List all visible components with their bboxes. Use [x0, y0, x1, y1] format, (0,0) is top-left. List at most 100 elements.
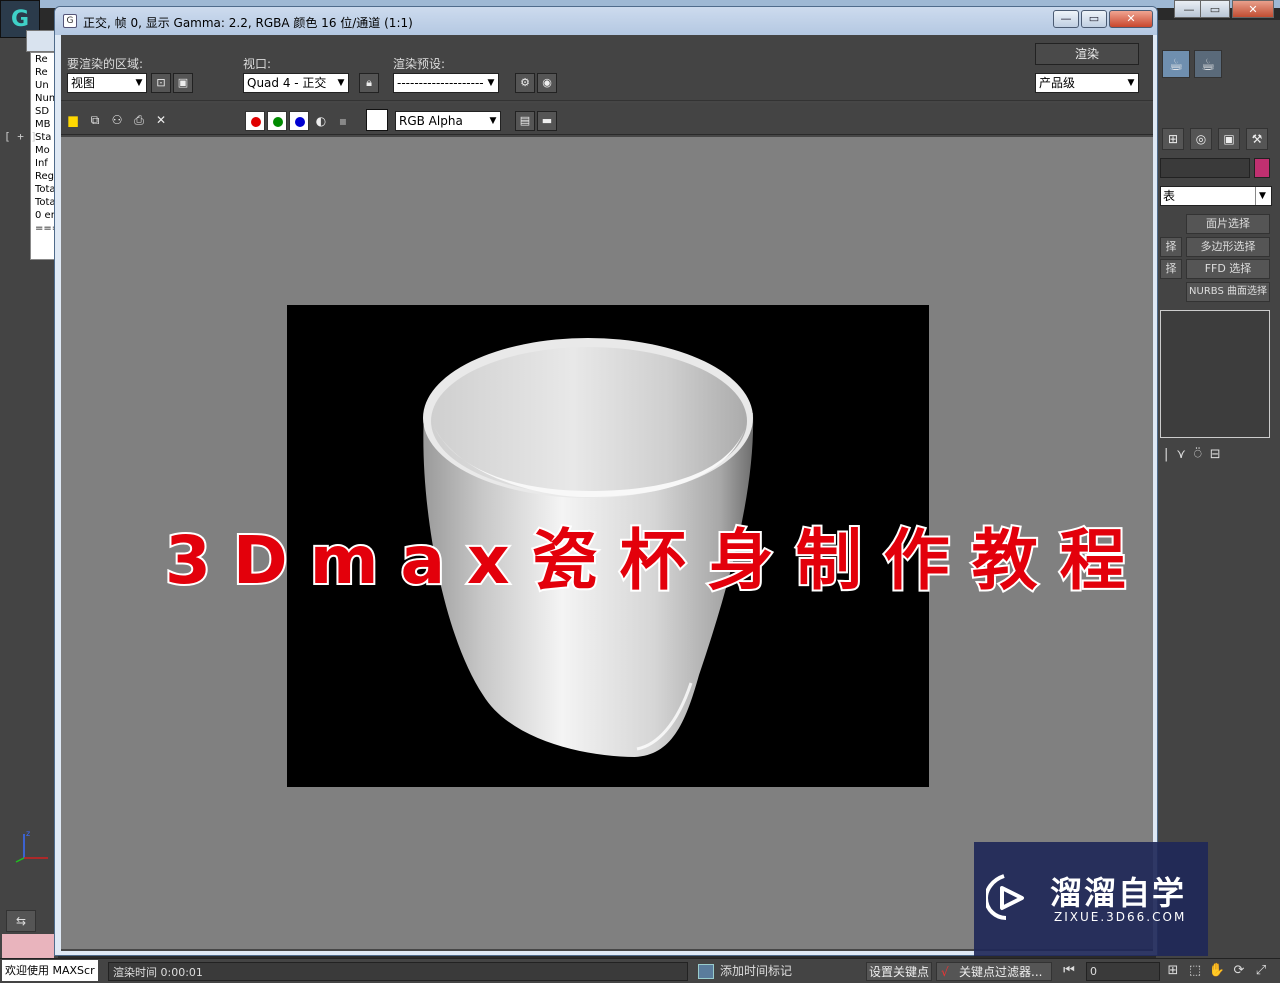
preset-value: -------------------- [397, 76, 484, 90]
welcome-text[interactable]: 欢迎使用 MAXScr [2, 960, 98, 981]
viewport-dropdown[interactable]: Quad 4 - 正交 ▼ [243, 73, 349, 93]
red-dot-icon [251, 117, 261, 127]
chevron-down-icon: ▼ [135, 78, 143, 88]
preset-label: 渲染预设: [393, 57, 446, 71]
clone-frame-icon[interactable]: ⚇ [109, 112, 125, 128]
rf-toolbar-top: 要渲染的区域: 视图 ▼ ⊡ ▣ 视口: Quad 4 - 正交 ▼ 🔒︎ 渲染… [61, 35, 1153, 101]
toggle-ui-icon[interactable]: ▬ [537, 111, 557, 131]
watermark: 溜溜自学 ZIXUE.3D66.COM [974, 842, 1208, 956]
pan-hand-icon[interactable]: ✋ [1208, 962, 1226, 980]
watermark-url: ZIXUE.3D66.COM [1054, 910, 1187, 924]
maximize-viewport-icon[interactable]: ⤢ [1252, 962, 1270, 980]
select-button-2[interactable]: 择 [1160, 259, 1182, 279]
green-dot-icon [273, 117, 283, 127]
channel-value: RGB Alpha [399, 114, 463, 128]
render-setup-teapot-icon[interactable]: ☕ [1162, 50, 1190, 78]
viewport-label[interactable]: [ + ] [4, 130, 37, 143]
add-time-tag-label: 添加时间标记 [720, 964, 793, 978]
channel-dropdown[interactable]: RGB Alpha ▼ [395, 111, 501, 131]
rf-toolbar-bottom: ▆ ⧉ ⚇ ⎙ ✕ ◐ ▪ RGB Alpha ▼ ▤ ▬ [61, 103, 1153, 135]
chevron-down-icon: ▼ [489, 116, 497, 126]
modifier-list-dropdown[interactable]: 表 ▼ [1160, 186, 1272, 206]
ffd-select-button[interactable]: FFD 选择 [1186, 259, 1270, 279]
render-button[interactable]: 渲染 [1035, 43, 1139, 65]
quality-value: 产品级 [1039, 76, 1076, 90]
motion-tab-icon[interactable]: ◎ [1190, 128, 1212, 150]
save-image-icon[interactable]: ▆ [65, 112, 81, 128]
make-unique-icon[interactable]: ⍥ [1194, 447, 1202, 462]
time-tag-icon [698, 964, 714, 979]
copy-image-icon[interactable]: ⧉ [87, 112, 103, 128]
edit-region-icon[interactable]: ⊡ [151, 73, 171, 93]
render-production-teapot-icon[interactable]: ☕ [1194, 50, 1222, 78]
hierarchy-tab-icon[interactable]: ⊞ [1162, 128, 1184, 150]
axis-gizmo-icon: z [15, 829, 48, 863]
key-curve-icon: √ [941, 965, 949, 979]
app-close-button[interactable]: ✕ [1232, 0, 1274, 18]
object-name-field[interactable] [1160, 158, 1250, 178]
modifier-list-value: 表 [1163, 189, 1176, 203]
auto-region-icon[interactable]: ▣ [173, 73, 193, 93]
chevron-down-icon: ▼ [487, 78, 495, 88]
show-end-result-icon[interactable]: ⋎ [1176, 447, 1186, 462]
chevron-down-icon: ▼ [1127, 78, 1135, 88]
print-image-icon[interactable]: ⎙ [131, 112, 147, 128]
rf-body: 要渲染的区域: 视图 ▼ ⊡ ▣ 视口: Quad 4 - 正交 ▼ 🔒︎ 渲染… [61, 35, 1153, 951]
region-zoom-icon[interactable]: ⬚ [1186, 962, 1204, 980]
play-logo-icon [986, 874, 1024, 920]
preset-dropdown[interactable]: -------------------- ▼ [393, 73, 499, 93]
rf-title-text: 正交, 帧 0, 显示 Gamma: 2.2, RGBA 颜色 16 位/通道 … [83, 16, 413, 30]
blue-channel-toggle[interactable] [289, 111, 309, 131]
render-time-text: 渲染时间 0:00:01 [108, 962, 688, 981]
remove-modifier-icon[interactable]: ⊟ [1210, 447, 1221, 462]
display-tab-icon[interactable]: ▣ [1218, 128, 1240, 150]
render-setup-icon[interactable]: ⚙ [515, 73, 535, 93]
tutorial-title-overlay: 3Dmax瓷杯身制作教程 [163, 520, 1148, 601]
utilities-tab-icon[interactable]: ⚒ [1246, 128, 1268, 150]
alpha-channel-icon[interactable]: ◐ [313, 113, 329, 129]
modifier-stack[interactable] [1160, 310, 1270, 438]
timeline-toggle-button[interactable]: ⇆ [6, 910, 36, 932]
rendered-frame-window: G 正交, 帧 0, 显示 Gamma: 2.2, RGBA 颜色 16 位/通… [54, 6, 1158, 956]
mini-listener[interactable] [2, 934, 54, 958]
green-channel-toggle[interactable] [267, 111, 287, 131]
render-viewport[interactable]: 3Dmax瓷杯身制作教程 [61, 137, 1153, 949]
current-frame-field[interactable]: 0 [1086, 962, 1160, 981]
app-maximize-button[interactable]: ▭ [1200, 0, 1230, 18]
patch-select-button[interactable]: 面片选择 [1186, 214, 1270, 234]
select-button[interactable]: 择 [1160, 237, 1182, 257]
key-filters-label: 关键点过滤器... [959, 965, 1043, 979]
zoom-extents-icon[interactable]: ⊞ [1164, 962, 1182, 980]
area-dropdown[interactable]: 视图 ▼ [67, 73, 147, 93]
lock-icon[interactable]: 🔒︎ [359, 73, 379, 93]
quality-dropdown[interactable]: 产品级 ▼ [1035, 73, 1139, 93]
rf-titlebar[interactable]: G 正交, 帧 0, 显示 Gamma: 2.2, RGBA 颜色 16 位/通… [55, 7, 1157, 35]
minimize-button[interactable]: — [1053, 10, 1079, 28]
window-icon: G [63, 14, 77, 28]
watermark-name: 溜溜自学 [1050, 874, 1187, 912]
pin-stack-icon[interactable]: | [1164, 447, 1168, 462]
add-time-tag-button[interactable]: 添加时间标记 [694, 962, 818, 981]
red-channel-toggle[interactable] [245, 111, 265, 131]
object-color-swatch[interactable] [1254, 158, 1270, 178]
viewport-label-text: 视口: [243, 57, 272, 71]
poly-select-button[interactable]: 多边形选择 [1186, 237, 1270, 257]
orbit-icon[interactable]: ⟳ [1230, 962, 1248, 980]
svg-text:z: z [26, 829, 30, 838]
blue-dot-icon [295, 117, 305, 127]
stack-tools: | ⋎ ⍥ ⊟ [1160, 444, 1270, 464]
area-value: 视图 [71, 76, 96, 90]
mono-icon[interactable]: ▪ [335, 113, 351, 129]
maximize-button[interactable]: ▭ [1081, 10, 1107, 28]
environment-icon[interactable]: ◉ [537, 73, 557, 93]
toggle-ui-overlay-icon[interactable]: ▤ [515, 111, 535, 131]
clear-icon[interactable]: ✕ [153, 112, 169, 128]
close-button[interactable]: ✕ [1109, 10, 1153, 28]
goto-start-icon[interactable]: ⏮ [1060, 962, 1078, 980]
color-swatch[interactable] [366, 109, 388, 131]
area-label: 要渲染的区域: [67, 57, 144, 71]
set-key-button[interactable]: 设置关键点 [866, 962, 932, 981]
chevron-down-icon: ▼ [1255, 187, 1269, 205]
key-filters-button[interactable]: √ 关键点过滤器... [936, 962, 1052, 981]
nurbs-surface-select-button[interactable]: NURBS 曲面选择 [1186, 282, 1270, 302]
